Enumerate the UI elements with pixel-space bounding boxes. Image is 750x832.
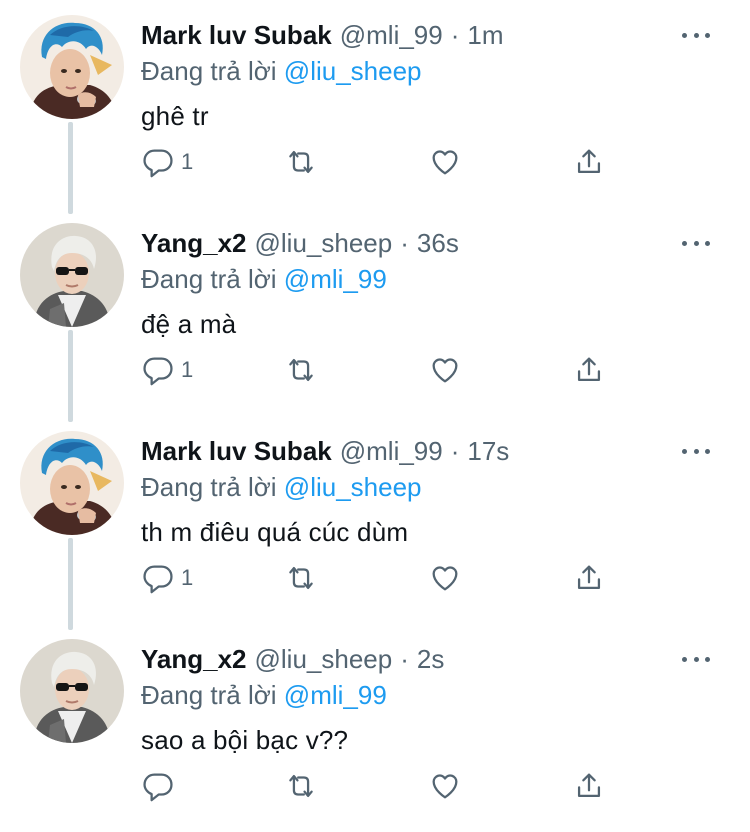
retweet-icon (289, 774, 313, 798)
tweet-actions (0, 764, 750, 808)
like-button[interactable] (428, 556, 462, 600)
timestamp[interactable]: 36s (417, 226, 459, 260)
retweet-icon (289, 150, 313, 174)
reply-button[interactable] (141, 764, 175, 808)
tweet-text: sao a bội bạc v?? (141, 725, 349, 755)
reply-button[interactable]: 1 (141, 140, 193, 184)
replying-to-label: Đang trả lời (141, 264, 277, 294)
retweet-button[interactable] (284, 556, 318, 600)
avatar[interactable] (20, 639, 124, 743)
avatar[interactable] (20, 15, 124, 119)
display-name[interactable]: Yang_x2 (141, 642, 247, 676)
avatar[interactable] (20, 223, 124, 327)
conversation-thread: Mark luv Subak @mli_99 · 1m Đang trả lời… (0, 0, 750, 825)
tweet-text: ghê tr (141, 101, 209, 131)
user-handle[interactable]: @liu_sheep (255, 226, 393, 260)
reply-icon (143, 357, 173, 386)
replying-to-label: Đang trả lời (141, 680, 277, 710)
share-icon (577, 773, 601, 798)
reply-count: 1 (181, 357, 194, 382)
display-name[interactable]: Yang_x2 (141, 226, 247, 260)
tweet-actions: 1 (0, 556, 750, 600)
more-icon[interactable] (682, 230, 710, 256)
replying-to: Đang trả lời @mli_99 (141, 678, 387, 712)
tweet[interactable]: Mark luv Subak @mli_99 · 1m Đang trả lời… (0, 0, 750, 214)
reply-icon (143, 773, 173, 802)
more-icon[interactable] (682, 22, 710, 48)
display-name[interactable]: Mark luv Subak (141, 18, 332, 52)
share-button[interactable] (572, 556, 606, 600)
tweet-text: th m điêu quá cúc dùm (141, 517, 409, 547)
replying-to: Đang trả lời @liu_sheep (141, 470, 422, 504)
user-handle[interactable]: @mli_99 (340, 18, 443, 52)
retweet-icon (289, 358, 313, 382)
reply-icon (143, 149, 173, 178)
share-icon (577, 357, 601, 382)
tweet[interactable]: Yang_x2 @liu_sheep · 2s Đang trả lời @ml… (0, 624, 750, 832)
separator-dot: · (450, 436, 460, 466)
like-button[interactable] (428, 140, 462, 184)
share-icon (577, 149, 601, 174)
mention-link[interactable]: @mli_99 (284, 680, 387, 710)
tweet[interactable]: Yang_x2 @liu_sheep · 36s Đang trả lời @m… (0, 208, 750, 422)
separator-dot: · (400, 228, 409, 258)
like-icon (432, 150, 458, 175)
like-button[interactable] (428, 348, 462, 392)
replying-to: Đang trả lời @liu_sheep (141, 54, 422, 88)
tweet-header: Mark luv Subak @mli_99 · 1m (141, 18, 504, 52)
replying-to-label: Đang trả lời (141, 472, 277, 502)
tweet[interactable]: Mark luv Subak @mli_99 · 17s Đang trả lờ… (0, 416, 750, 630)
more-icon[interactable] (682, 646, 710, 672)
replying-to-label: Đang trả lời (141, 56, 277, 86)
retweet-icon (289, 566, 313, 590)
retweet-button[interactable] (284, 140, 318, 184)
reply-count: 1 (181, 149, 194, 174)
mention-link[interactable]: @liu_sheep (284, 56, 422, 86)
tweet-actions: 1 (0, 348, 750, 392)
reply-button[interactable]: 1 (141, 556, 193, 600)
retweet-button[interactable] (284, 764, 318, 808)
reply-count: 1 (181, 565, 194, 590)
tweet-header: Yang_x2 @liu_sheep · 36s (141, 226, 459, 260)
tweet-header: Mark luv Subak @mli_99 · 17s (141, 434, 509, 468)
more-icon[interactable] (682, 438, 710, 464)
separator-dot: · (400, 644, 409, 674)
share-button[interactable] (572, 140, 606, 184)
tweet-text: đệ a mà (141, 309, 237, 339)
user-handle[interactable]: @mli_99 (340, 434, 443, 468)
share-button[interactable] (572, 348, 606, 392)
tweet-actions: 1 (0, 140, 750, 184)
share-button[interactable] (572, 764, 606, 808)
tweet-header: Yang_x2 @liu_sheep · 2s (141, 642, 444, 676)
mention-link[interactable]: @liu_sheep (284, 472, 422, 502)
replying-to: Đang trả lời @mli_99 (141, 262, 387, 296)
like-icon (432, 566, 458, 591)
timestamp[interactable]: 1m (467, 18, 503, 52)
avatar[interactable] (20, 431, 124, 535)
timestamp[interactable]: 2s (417, 642, 444, 676)
like-button[interactable] (428, 764, 462, 808)
timestamp[interactable]: 17s (467, 434, 509, 468)
share-icon (577, 565, 601, 590)
display-name[interactable]: Mark luv Subak (141, 434, 332, 468)
mention-link[interactable]: @mli_99 (284, 264, 387, 294)
separator-dot: · (450, 20, 460, 50)
like-icon (432, 774, 458, 799)
reply-button[interactable]: 1 (141, 348, 193, 392)
like-icon (432, 358, 458, 383)
reply-icon (143, 565, 173, 594)
retweet-button[interactable] (284, 348, 318, 392)
user-handle[interactable]: @liu_sheep (255, 642, 393, 676)
